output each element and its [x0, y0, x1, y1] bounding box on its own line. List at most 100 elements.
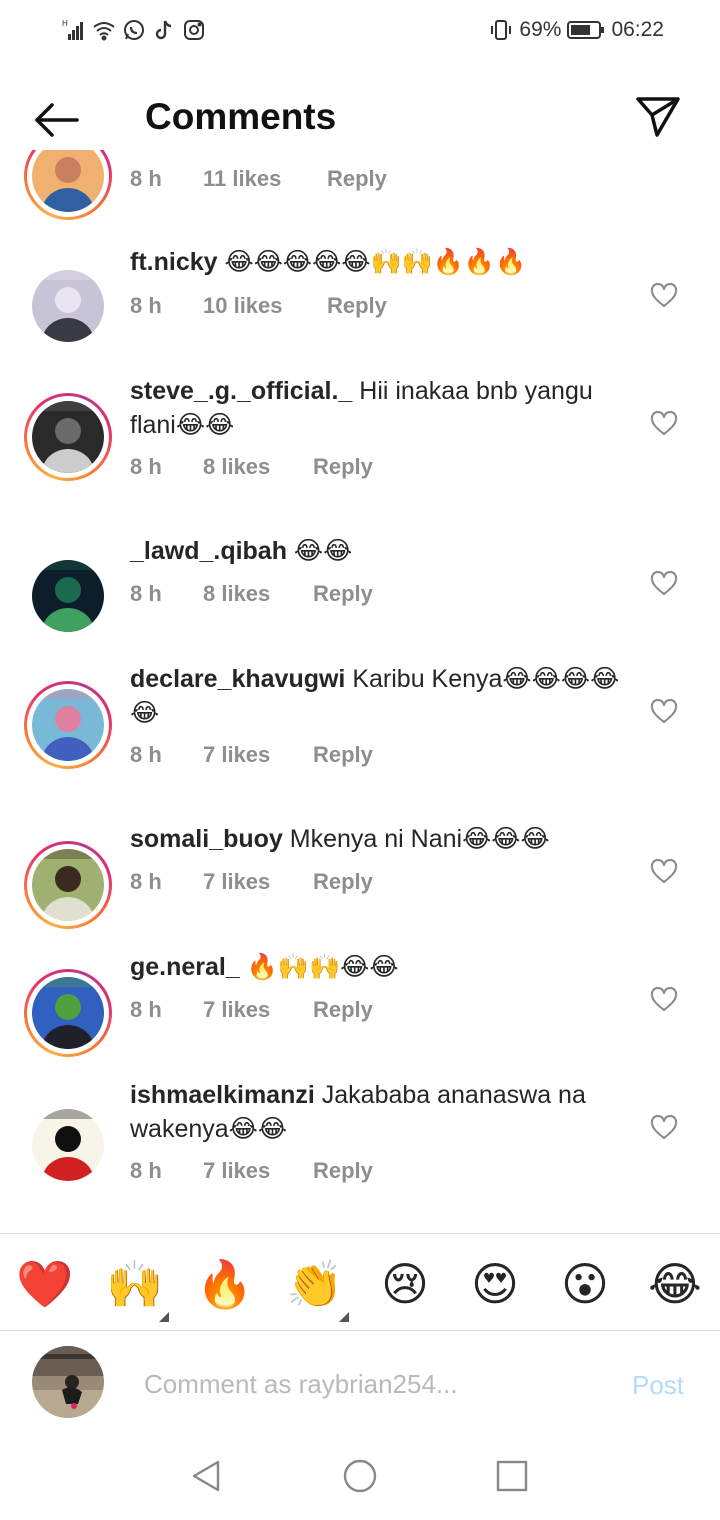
comment-likes[interactable]: 7 likes — [203, 869, 313, 895]
instagram-icon — [182, 18, 206, 42]
avatar-image — [32, 270, 104, 342]
comment-text: 😂😂 — [286, 537, 353, 565]
avatar-image — [32, 1109, 104, 1181]
comment-meta: 8 h 7 likes Reply — [130, 742, 373, 768]
comment-avatar[interactable] — [24, 969, 112, 1057]
share-button[interactable] — [632, 92, 684, 142]
comment-avatar[interactable] — [24, 262, 112, 350]
comment-meta: 8 h 7 likes Reply — [130, 1158, 373, 1184]
like-comment-button[interactable] — [650, 282, 678, 309]
heart-eyes-emoji: 😍 — [471, 1258, 519, 1310]
whatsapp-icon — [122, 18, 146, 42]
nav-back-button[interactable] — [186, 1456, 226, 1496]
comment-avatar[interactable] — [24, 841, 112, 929]
raising-hands-emoji: 🙌 — [106, 1258, 164, 1310]
nav-back-icon — [192, 1460, 220, 1492]
comment-avatar[interactable] — [24, 681, 112, 769]
reply-button[interactable]: Reply — [313, 997, 373, 1023]
avatar-image — [32, 560, 104, 632]
nav-home-icon — [343, 1459, 377, 1493]
heart-outline-icon — [650, 858, 678, 884]
crying-face-emoji: 😢 — [381, 1258, 429, 1310]
comment-time: 8 h — [130, 581, 162, 606]
surprised-face-emoji: 😮 — [561, 1258, 609, 1310]
clock: 06:22 — [611, 18, 664, 41]
avatar-image — [32, 849, 104, 921]
comment-meta: 8 h 7 likes Reply — [130, 997, 373, 1023]
comment-meta: 8 h 8 likes Reply — [130, 454, 373, 480]
comment-time: 8 h — [130, 869, 162, 894]
nav-recents-button[interactable] — [492, 1456, 532, 1496]
avatar-image — [32, 150, 104, 212]
comment-time: 8 h — [130, 742, 162, 767]
post-button[interactable]: Post — [632, 1370, 684, 1401]
reply-button[interactable]: Reply — [313, 1158, 373, 1184]
comment-likes[interactable]: 8 likes — [203, 454, 313, 480]
tears-of-joy-emoji-button[interactable]: 😂 — [645, 1254, 705, 1314]
crying-face-emoji-button[interactable]: 😢 — [375, 1254, 435, 1314]
comment-likes[interactable]: 7 likes — [203, 997, 313, 1023]
comment-avatar[interactable] — [24, 552, 112, 640]
comment-username[interactable]: ge.neral_ — [130, 953, 240, 981]
back-button[interactable] — [26, 98, 86, 142]
reply-button[interactable]: Reply — [313, 581, 373, 607]
comment-body: ishmaelkimanzi Jakababa ananaswa na wake… — [130, 1078, 630, 1146]
reply-button[interactable]: Reply — [327, 166, 387, 192]
comment-likes[interactable]: 11 likes — [203, 166, 327, 192]
comment-body: declare_khavugwi Karibu Kenya😂😂😂😂😂 — [130, 662, 630, 730]
comment-meta: 8 h 8 likes Reply — [130, 581, 373, 607]
red-heart-emoji-button[interactable]: ❤️ — [15, 1254, 75, 1314]
comment-text: 🔥🙌🙌😂😂 — [239, 953, 399, 981]
heart-outline-icon — [650, 410, 678, 436]
reply-button[interactable]: Reply — [313, 869, 373, 895]
reply-button[interactable]: Reply — [313, 742, 373, 768]
reply-button[interactable]: Reply — [327, 293, 387, 319]
clapping-hands-emoji: 👏 — [286, 1258, 344, 1310]
comment-likes[interactable]: 7 likes — [203, 1158, 313, 1184]
heart-outline-icon — [650, 570, 678, 596]
surprised-face-emoji-button[interactable]: 😮 — [555, 1254, 615, 1314]
like-comment-button[interactable] — [650, 858, 678, 885]
emoji-quick-bar: ❤️ 🙌 🔥 👏 😢 😍 😮 😂 — [0, 1233, 720, 1331]
reply-button[interactable]: Reply — [313, 454, 373, 480]
comment-likes[interactable]: 10 likes — [203, 293, 327, 319]
comment-username[interactable]: declare_khavugwi — [130, 665, 345, 693]
comment-username[interactable]: ishmaelkimanzi — [130, 1081, 315, 1109]
system-nav-bar — [0, 1432, 720, 1520]
comment-meta: 8 h 11 likes Reply — [130, 166, 387, 192]
comment-avatar[interactable] — [24, 150, 112, 220]
skin-tone-indicator-icon — [339, 1312, 349, 1322]
avatar-image — [32, 401, 104, 473]
like-comment-button[interactable] — [650, 698, 678, 725]
raising-hands-emoji-button[interactable]: 🙌 — [105, 1254, 169, 1322]
comment-username[interactable]: _lawd_.qibah — [130, 537, 287, 565]
comment-list: 8 h 11 likes Reply ft.nicky 😂😂😂😂😂🙌🙌🔥🔥🔥 8 h 10… — [0, 150, 720, 1230]
avatar-image — [32, 977, 104, 1049]
comment-text: 😂😂😂😂😂🙌🙌🔥🔥🔥 — [217, 248, 527, 276]
like-comment-button[interactable] — [650, 410, 678, 437]
clapping-hands-emoji-button[interactable]: 👏 — [285, 1254, 349, 1322]
comment-body: steve_.g._official._ Hii inakaa bnb yang… — [130, 374, 630, 442]
comment-likes[interactable]: 8 likes — [203, 581, 313, 607]
comment-time: 8 h — [130, 293, 162, 318]
like-comment-button[interactable] — [650, 986, 678, 1013]
skin-tone-indicator-icon — [159, 1312, 169, 1322]
nav-home-button[interactable] — [340, 1456, 380, 1496]
comment-time: 8 h — [130, 1158, 162, 1183]
comment-username[interactable]: steve_.g._official._ — [130, 377, 352, 405]
fire-emoji: 🔥 — [196, 1258, 254, 1310]
like-comment-button[interactable] — [650, 570, 678, 597]
like-comment-button[interactable] — [650, 1114, 678, 1141]
fire-emoji-button[interactable]: 🔥 — [195, 1254, 255, 1314]
comment-likes[interactable]: 7 likes — [203, 742, 313, 768]
comment-username[interactable]: ft.nicky — [130, 248, 218, 276]
comment-avatar[interactable] — [24, 393, 112, 481]
battery-icon — [567, 18, 605, 42]
nav-recents-icon — [496, 1460, 528, 1492]
comment-body: somali_buoy Mkenya ni Nani😂😂😂 — [130, 822, 630, 856]
heart-eyes-emoji-button[interactable]: 😍 — [465, 1254, 525, 1314]
comment-input[interactable] — [144, 1364, 564, 1404]
comment-avatar[interactable] — [24, 1101, 112, 1189]
comment-username[interactable]: somali_buoy — [130, 825, 283, 853]
avatar-image — [32, 689, 104, 761]
